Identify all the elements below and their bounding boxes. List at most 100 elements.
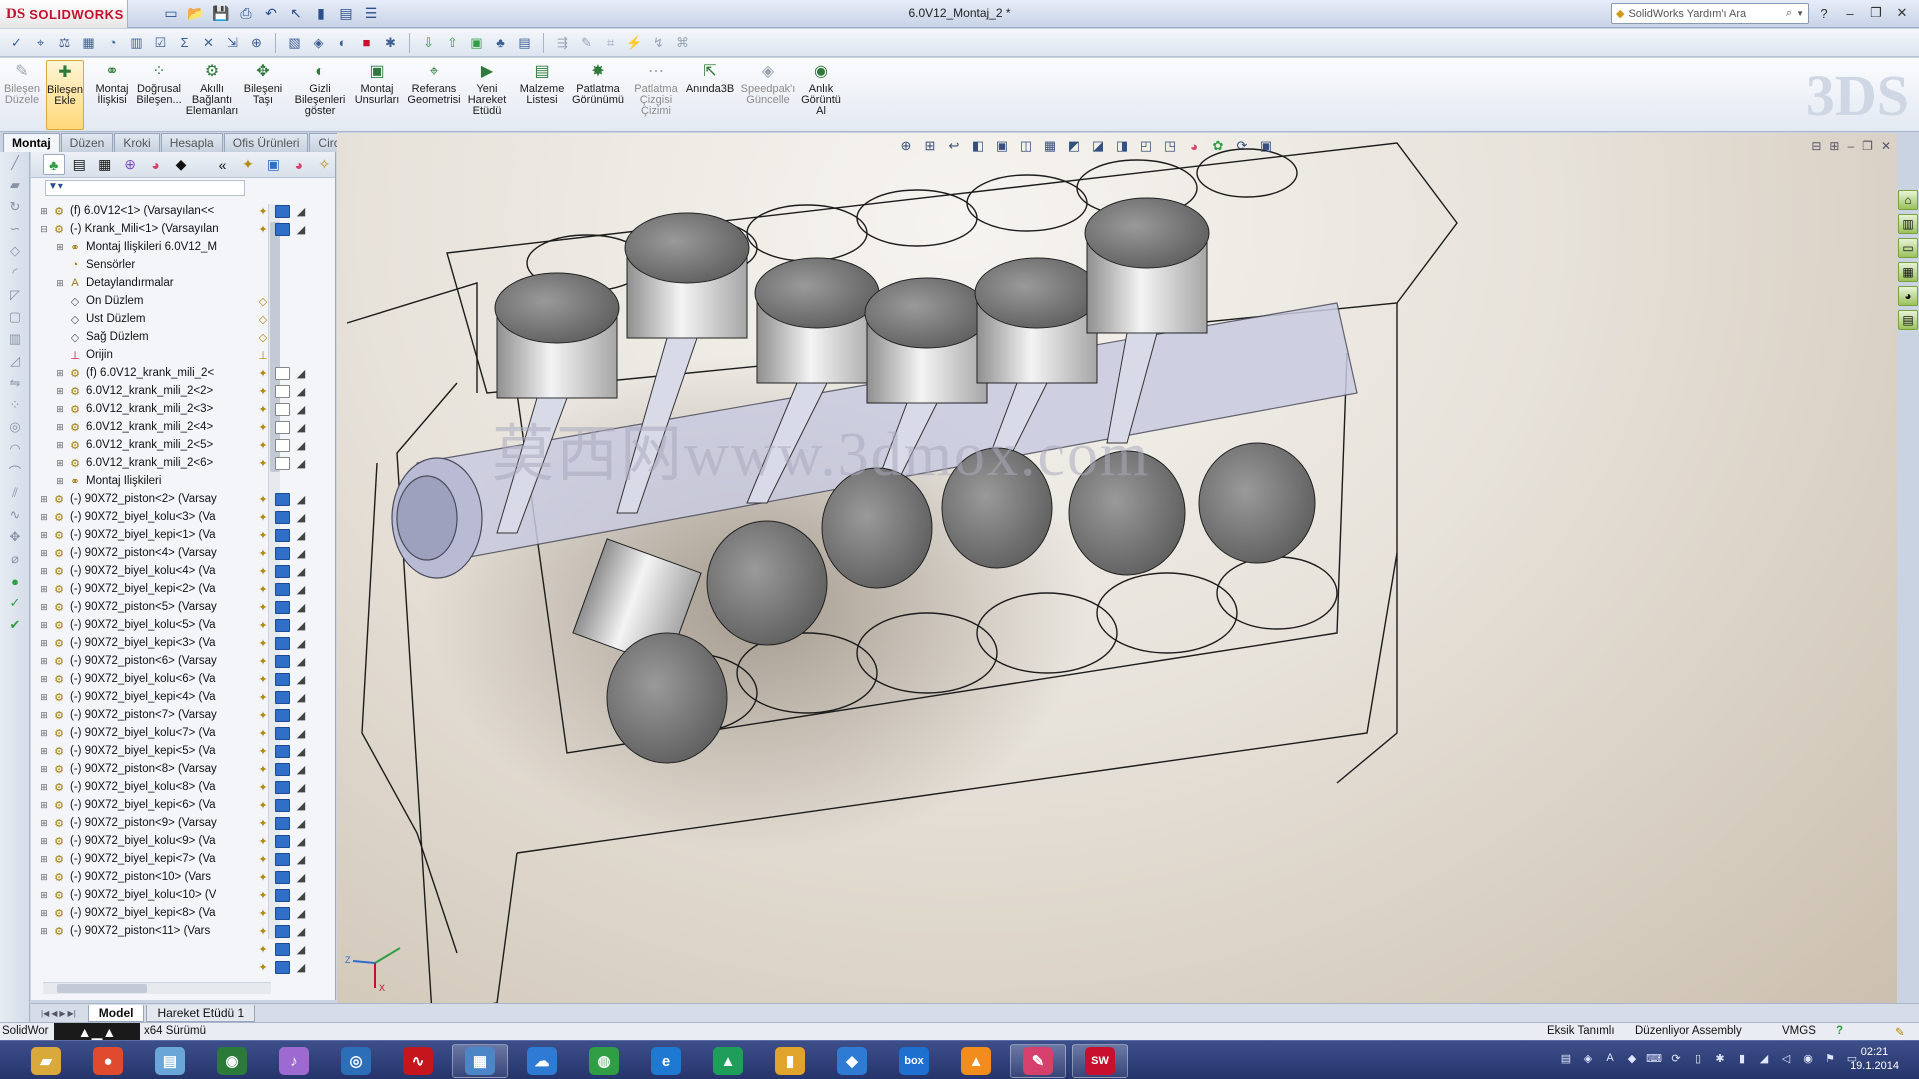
tree-item[interactable]: ⊞ ⚙ (-) 90X72_biyel_kolu<9> (Va: [31, 832, 241, 850]
transparency-icon[interactable]: ◢: [294, 457, 308, 470]
transparency-icon[interactable]: [294, 277, 308, 290]
table-icon[interactable]: ▤: [514, 32, 535, 53]
display-pane-appearance-icon[interactable]: ◕: [288, 154, 309, 175]
hole-alignment-icon[interactable]: ⊕: [246, 32, 267, 53]
next-tab-icon[interactable]: ▶: [59, 1009, 65, 1018]
display-mode-icon[interactable]: [275, 636, 290, 650]
expand-icon[interactable]: ⊞: [39, 638, 49, 649]
measure-side-icon[interactable]: ⌀: [0, 548, 30, 570]
zoom-to-area-icon[interactable]: ⊞: [921, 137, 939, 155]
hide-show-icon[interactable]: ✦: [255, 906, 271, 920]
expand-icon[interactable]: ⊞: [39, 692, 49, 703]
sketch-tool-5-icon[interactable]: ↯: [648, 32, 669, 53]
display-mode-icon[interactable]: [275, 564, 290, 578]
expand-icon[interactable]: ⊞: [39, 728, 49, 739]
tray-update-icon[interactable]: ◉: [1801, 1051, 1815, 1065]
google-drive-app[interactable]: ▲: [700, 1044, 756, 1078]
help-search-box[interactable]: ◆ SolidWorks Yardım'ı Ara ⌕ ▼: [1611, 3, 1809, 24]
restore-button[interactable]: ❐: [1865, 3, 1887, 23]
transparency-icon[interactable]: ◢: [294, 637, 308, 650]
dvd-app[interactable]: ◎: [328, 1044, 384, 1078]
recolor-icon[interactable]: ✱: [380, 32, 401, 53]
filter-input[interactable]: ▼▾: [45, 180, 245, 196]
display-mode-icon[interactable]: [275, 708, 290, 722]
transparency-icon[interactable]: [294, 475, 308, 488]
prev-tab-icon[interactable]: ◀: [51, 1009, 57, 1018]
expand-icon[interactable]: ⊞: [39, 836, 49, 847]
tray-keyboard-icon[interactable]: ⌨: [1646, 1051, 1662, 1065]
select-icon[interactable]: ↖: [285, 3, 307, 24]
minimize-button[interactable]: –: [1839, 3, 1861, 23]
hide-show-icon[interactable]: ✦: [255, 402, 271, 416]
extrude-icon[interactable]: ▰: [0, 174, 30, 196]
solidworks-logo[interactable]: DS SOLIDWORKS: [0, 0, 128, 28]
display-mode-icon[interactable]: [275, 888, 290, 902]
status-units[interactable]: VMGS: [1782, 1025, 1816, 1037]
tree-item[interactable]: ⊞ ⚙ (-) 90X72_piston<9> (Varsay: [31, 814, 241, 832]
vlc-app[interactable]: ▲: [948, 1044, 1004, 1078]
open-document-icon[interactable]: 📂: [185, 3, 207, 24]
display-mode-icon[interactable]: [275, 834, 290, 848]
display-manager-tab-icon[interactable]: ◕: [145, 154, 166, 175]
tree-item[interactable]: ◇ Ön Düzlem: [31, 292, 241, 310]
hide-show-icon[interactable]: ✦: [255, 546, 271, 560]
tree-item[interactable]: ⊞ ⚙ (-) 90X72_piston<10> (Vars: [31, 868, 241, 886]
display-mode-icon[interactable]: [275, 204, 290, 218]
transparency-icon[interactable]: ◢: [294, 961, 308, 974]
display-mode-icon[interactable]: [275, 744, 290, 758]
hide-show-icon[interactable]: ✦: [255, 618, 271, 632]
tree-horizontal-scrollbar[interactable]: [43, 982, 271, 994]
command-move-component-button[interactable]: ✥ Bileşeni Taşı: [242, 60, 284, 130]
zoom-to-fit-icon[interactable]: ⊕: [897, 137, 915, 155]
close-button[interactable]: ✕: [1891, 3, 1913, 23]
tree-item[interactable]: ⊟ ⚙ (-) Krank_Mili<1> (Varsayılan: [31, 220, 241, 238]
transparency-icon[interactable]: ◢: [294, 385, 308, 398]
shell-icon[interactable]: ▢: [0, 306, 30, 328]
tree-item[interactable]: ⊞ ⚙ (f) 6.0V12<1> (Varsayılan<<: [31, 202, 241, 220]
hide-show-icon[interactable]: ✦: [255, 798, 271, 812]
property-manager-tab-icon[interactable]: ▤: [69, 154, 90, 175]
transparency-icon[interactable]: ◢: [294, 493, 308, 506]
file-manager-app[interactable]: ▮: [762, 1044, 818, 1078]
export-icon[interactable]: ⇧: [442, 32, 463, 53]
tree-item[interactable]: ◇ Sağ Düzlem: [31, 328, 241, 346]
smart-dimension-icon[interactable]: ✓: [0, 592, 30, 614]
rotate-icon[interactable]: ⟳: [1233, 137, 1251, 155]
revolve-icon[interactable]: ↻: [0, 196, 30, 218]
section-view-icon[interactable]: ◧: [969, 137, 987, 155]
status-rebuild-icon[interactable]: ✎: [1895, 1025, 1905, 1039]
expand-icon[interactable]: ⊞: [55, 440, 65, 451]
expand-icon[interactable]: ⊞: [39, 656, 49, 667]
transparency-icon[interactable]: ◢: [294, 583, 308, 596]
command-assembly-features-button[interactable]: ▣ Montaj Unsurları: [352, 60, 402, 130]
expand-icon[interactable]: ⊞: [39, 674, 49, 685]
display-mode-icon[interactable]: [275, 654, 290, 668]
command-exploded-view-button[interactable]: ✸ Patlatma Görünümü: [570, 60, 626, 130]
hide-show-icon[interactable]: [255, 276, 271, 290]
notepad-app[interactable]: ▤: [142, 1044, 198, 1078]
transparency-icon[interactable]: ◢: [294, 799, 308, 812]
transparency-icon[interactable]: [294, 259, 308, 272]
paint-app[interactable]: ✎: [1010, 1044, 1066, 1078]
mass-properties-icon[interactable]: ⚖: [54, 32, 75, 53]
tree-item[interactable]: ⊞ ⚙ (-) 90X72_biyel_kepi<4> (Va: [31, 688, 241, 706]
tree-item[interactable]: ⊞ ⚙ (-) 90X72_biyel_kolu<8> (Va: [31, 778, 241, 796]
audio-editor-app[interactable]: ∿: [390, 1044, 446, 1078]
tree-item[interactable]: ⊞ ⚙ (-) 90X72_biyel_kepi<7> (Va: [31, 850, 241, 868]
transparency-icon[interactable]: ◢: [294, 601, 308, 614]
tray-acrobat-icon[interactable]: A: [1603, 1051, 1617, 1065]
hide-show-icon[interactable]: ✦: [255, 762, 271, 776]
tray-wifi-icon[interactable]: ◢: [1757, 1051, 1771, 1065]
hide-show-icon[interactable]: ✦: [255, 528, 271, 542]
transparency-icon[interactable]: ◢: [294, 403, 308, 416]
tree-item[interactable]: ⊞ ⚙ (-) 90X72_biyel_kepi<5> (Va: [31, 742, 241, 760]
hide-show-icon[interactable]: ✦: [255, 654, 271, 668]
expand-icon[interactable]: ⊞: [39, 548, 49, 559]
command-instant3d-button[interactable]: ⇱ Anında3B: [686, 60, 734, 130]
tree-item[interactable]: ⊞ ⚙ (-) 90X72_biyel_kolu<7> (Va: [31, 724, 241, 742]
transparency-icon[interactable]: ◢: [294, 871, 308, 884]
tree-item[interactable]: ⊞ ⚙ (-) 90X72_biyel_kolu<6> (Va: [31, 670, 241, 688]
configuration-manager-tab-icon[interactable]: ▦: [94, 154, 115, 175]
taskbar-clock[interactable]: 02:21 19.1.2014: [1850, 1045, 1899, 1073]
hide-show-icon[interactable]: ✦: [255, 456, 271, 470]
